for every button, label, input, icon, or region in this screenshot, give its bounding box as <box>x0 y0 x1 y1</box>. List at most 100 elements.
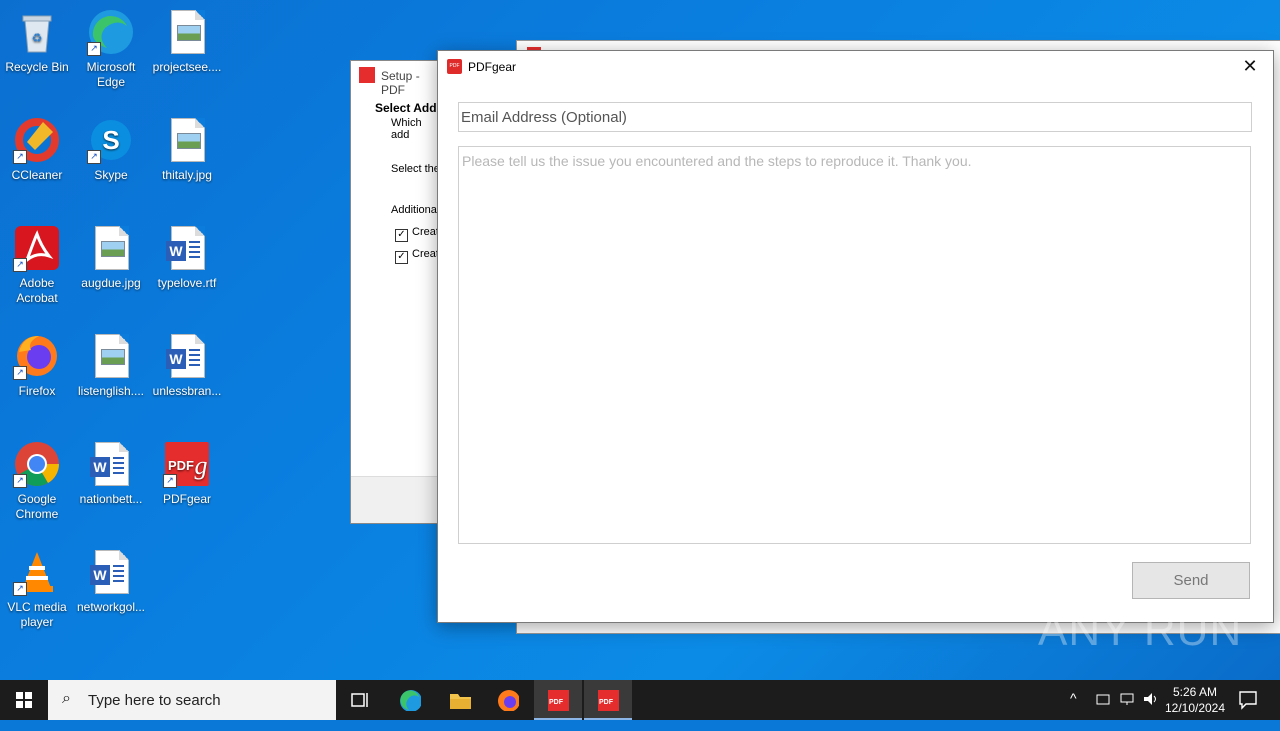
vlc-icon: ↗ <box>13 548 61 596</box>
desktop-icon-label: networkgol... <box>76 600 146 614</box>
folder-icon <box>450 694 471 709</box>
network-icon[interactable] <box>1119 691 1135 731</box>
pdfgear-logo-icon <box>359 67 375 83</box>
checkbox-checked-icon[interactable]: ✓ <box>395 229 408 242</box>
desktop-icon-chrome[interactable]: ↗ Google Chrome <box>0 440 74 522</box>
word-doc-icon: W <box>163 224 211 272</box>
edge-icon <box>400 690 421 711</box>
taskbar: ⌕ Type here to search PDF PDF ^ 5:26 AM … <box>0 680 1280 720</box>
start-button[interactable] <box>0 680 48 720</box>
desktop-icon-recycle-bin[interactable]: ♻ Recycle Bin <box>0 8 74 75</box>
svg-text:♻: ♻ <box>32 31 43 45</box>
image-file-icon <box>87 224 135 272</box>
close-button[interactable]: ✕ <box>1227 51 1273 82</box>
desktop-icon-label: typelove.rtf <box>157 276 217 290</box>
desktop-icon-label: thitaly.jpg <box>162 168 212 182</box>
word-doc-icon: W <box>163 332 211 380</box>
desktop-icon-label: Firefox <box>18 384 56 398</box>
desktop-icon-thitaly[interactable]: thitaly.jpg <box>150 116 224 183</box>
shortcut-arrow-icon: ↗ <box>163 474 177 488</box>
desktop-icon-ccleaner[interactable]: ↗ CCleaner <box>0 116 74 183</box>
feedback-dialog[interactable]: PDF PDFgear ✕ Send <box>437 50 1274 623</box>
desktop-icon-label: augdue.jpg <box>81 276 141 290</box>
setup-title: Setup - PDF <box>381 69 420 97</box>
setup-select-text: Select the <box>391 163 440 175</box>
taskbar-file-explorer[interactable] <box>436 680 484 720</box>
setup-footer <box>351 476 441 523</box>
desktop-icon-augdue[interactable]: augdue.jpg <box>74 224 148 291</box>
search-icon: ⌕ <box>62 690 71 707</box>
taskbar-firefox[interactable] <box>484 680 532 720</box>
windows-logo-icon <box>16 692 32 708</box>
checkbox-label: Creat <box>412 226 439 238</box>
desktop-icon-unlessbran[interactable]: W unlessbran... <box>150 332 224 399</box>
setup-window[interactable]: Setup - PDF Select Addi Which add Select… <box>350 60 442 524</box>
chrome-icon: ↗ <box>13 440 61 488</box>
image-file-icon <box>163 116 211 164</box>
desktop-icon-listenglish[interactable]: listenglish.... <box>74 332 148 399</box>
recycle-bin-icon: ♻ <box>13 8 61 56</box>
taskbar-search-box[interactable]: ⌕ Type here to search <box>48 680 336 720</box>
desktop-icon-skype[interactable]: S ↗ Skype <box>74 116 148 183</box>
taskbar-pdfgear-1[interactable]: PDF <box>534 680 582 720</box>
send-button[interactable]: Send <box>1132 562 1250 599</box>
image-file-icon <box>163 8 211 56</box>
tray-meet-now-icon[interactable] <box>1095 691 1111 731</box>
taskbar-edge[interactable] <box>386 680 434 720</box>
checkbox-label: Creat <box>412 248 439 260</box>
task-view-icon <box>351 693 368 707</box>
desktop-icon-label: Google Chrome <box>15 492 59 521</box>
pdfgear-icon: PDF <box>598 690 619 711</box>
shortcut-arrow-icon: ↗ <box>87 150 101 164</box>
desktop-icon-label: Adobe Acrobat <box>16 276 58 305</box>
notification-center-button[interactable] <box>1238 690 1258 730</box>
setup-subheading: Which add <box>391 117 422 141</box>
taskbar-pdfgear-2[interactable]: PDF <box>584 680 632 720</box>
desktop-icon-pdfgear[interactable]: PDF g ↗ PDFgear <box>150 440 224 507</box>
desktop-icon-vlc[interactable]: ↗ VLC media player <box>0 548 74 630</box>
dialog-titlebar[interactable]: PDF PDFgear ✕ <box>438 51 1273 82</box>
desktop-icon-label: listenglish.... <box>77 384 145 398</box>
taskbar-clock[interactable]: 5:26 AM 12/10/2024 <box>1160 684 1230 716</box>
desktop-icon-label: nationbett... <box>79 492 143 506</box>
firefox-icon: ↗ <box>13 332 61 380</box>
desktop-icon-label: PDFgear <box>162 492 212 506</box>
svg-text:PDF: PDF <box>599 699 614 706</box>
volume-icon[interactable] <box>1142 691 1160 731</box>
desktop-icon-acrobat[interactable]: ↗ Adobe Acrobat <box>0 224 74 306</box>
desktop-icon-projectsee[interactable]: projectsee.... <box>150 8 224 75</box>
setup-titlebar[interactable]: Setup - PDF <box>351 61 441 97</box>
word-doc-icon: W <box>87 548 135 596</box>
issue-description-textarea[interactable] <box>458 146 1251 544</box>
pdfgear-icon: PDF <box>548 690 569 711</box>
desktop-icon-typelove[interactable]: W typelove.rtf <box>150 224 224 291</box>
svg-text:S: S <box>102 125 119 155</box>
svg-text:g: g <box>195 451 208 480</box>
desktop-icon-label: VLC media player <box>7 600 67 629</box>
task-view-button[interactable] <box>336 680 384 720</box>
desktop-icon-label: Microsoft Edge <box>86 60 136 89</box>
desktop-icon-label: CCleaner <box>11 168 63 182</box>
desktop-icon-label: Recycle Bin <box>5 60 69 74</box>
desktop-icon-edge[interactable]: ↗ Microsoft Edge <box>74 8 148 90</box>
skype-icon: S ↗ <box>87 116 135 164</box>
shortcut-arrow-icon: ↗ <box>13 582 27 596</box>
checkbox-checked-icon[interactable]: ✓ <box>395 251 408 264</box>
shortcut-arrow-icon: ↗ <box>87 42 101 56</box>
tray-overflow-chevron-icon[interactable]: ^ <box>1070 690 1077 730</box>
desktop-icon-label: Skype <box>94 168 128 182</box>
email-input[interactable] <box>458 102 1252 132</box>
word-doc-icon: W <box>87 440 135 488</box>
anyrun-watermark: ANY RUN <box>1038 606 1243 655</box>
acrobat-icon: ↗ <box>13 224 61 272</box>
pdfgear-icon: PDF g ↗ <box>163 440 211 488</box>
desktop-icon-firefox[interactable]: ↗ Firefox <box>0 332 74 399</box>
clock-time: 5:26 AM <box>1172 685 1218 699</box>
setup-heading: Select Addi <box>375 101 440 115</box>
desktop-icon-networkgol[interactable]: W networkgol... <box>74 548 148 615</box>
svg-text:PDF: PDF <box>168 458 194 473</box>
svg-text:PDF: PDF <box>549 699 564 706</box>
shortcut-arrow-icon: ↗ <box>13 258 27 272</box>
ccleaner-icon: ↗ <box>13 116 61 164</box>
desktop-icon-nationbett[interactable]: W nationbett... <box>74 440 148 507</box>
